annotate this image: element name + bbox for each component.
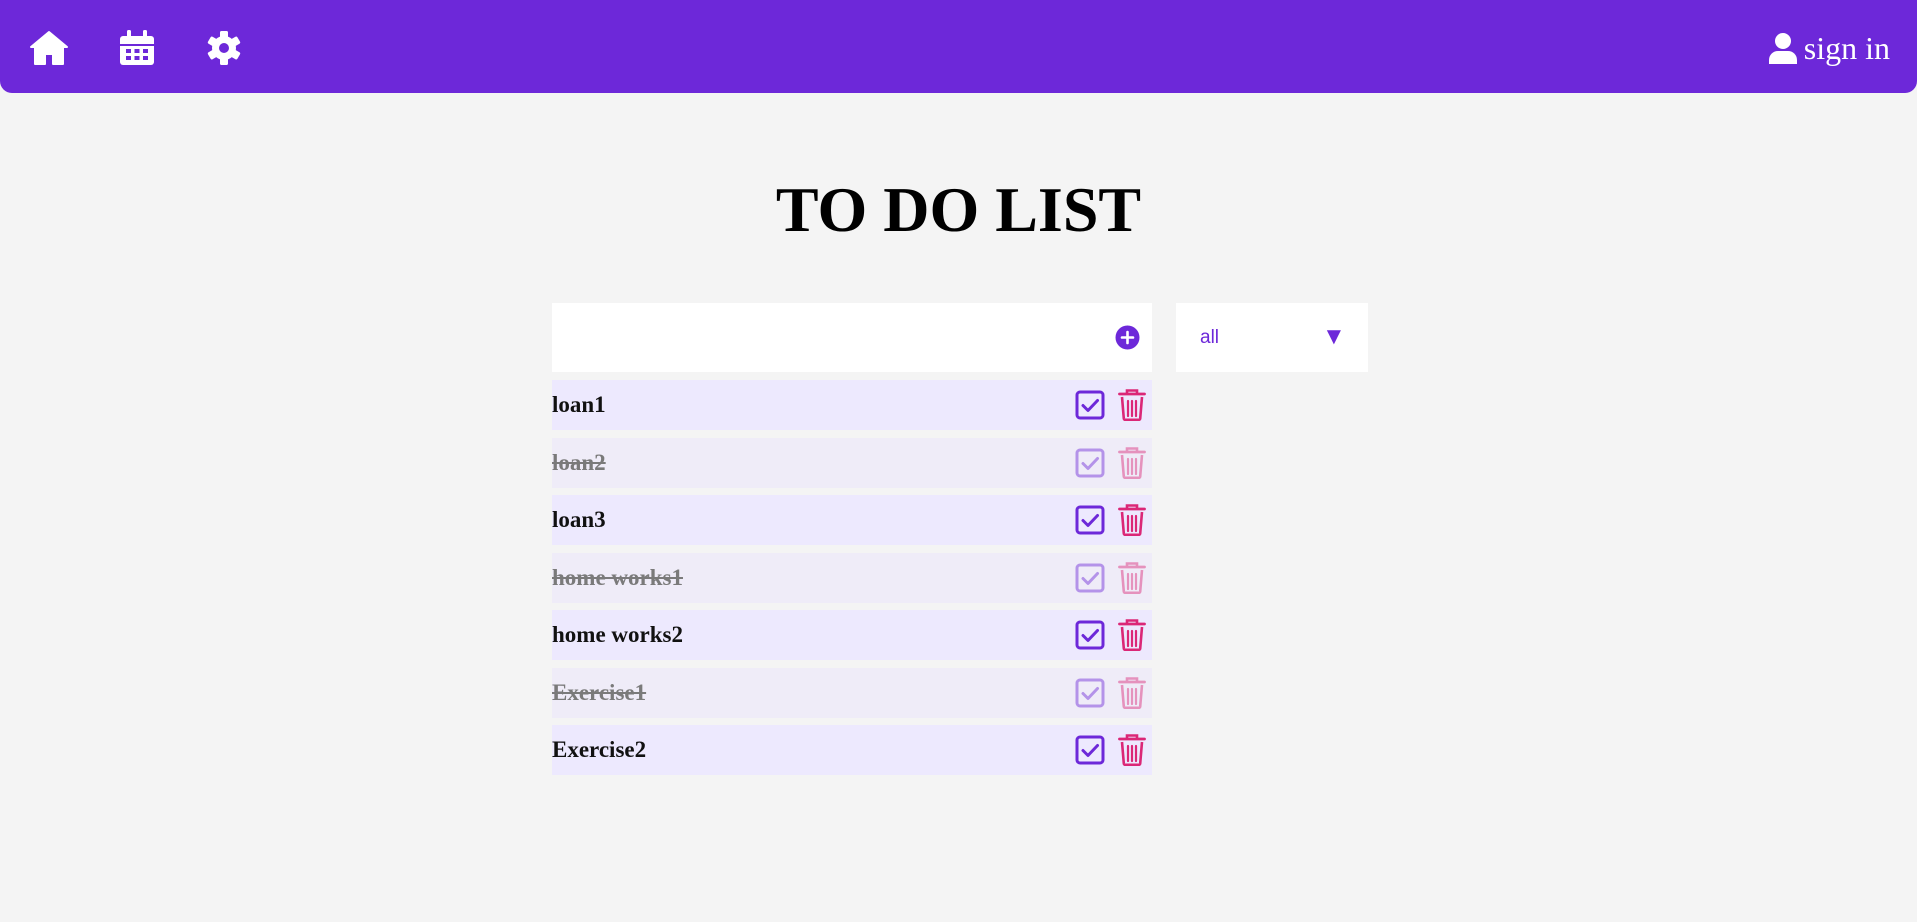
todo-text: loan2 xyxy=(552,449,606,475)
delete-button[interactable] xyxy=(1118,676,1146,709)
delete-button[interactable] xyxy=(1118,388,1146,421)
gear-icon[interactable] xyxy=(204,28,244,68)
calendar-icon[interactable] xyxy=(117,28,157,68)
trash-icon xyxy=(1118,446,1146,479)
complete-check-button[interactable] xyxy=(1075,448,1105,478)
sign-in-label: sign in xyxy=(1803,29,1890,66)
delete-button[interactable] xyxy=(1118,503,1146,536)
add-todo-form xyxy=(552,303,1152,372)
trash-icon xyxy=(1118,504,1146,536)
complete-check-button[interactable] xyxy=(1075,620,1105,650)
filter-selected-value: all xyxy=(1200,326,1220,348)
delete-button[interactable] xyxy=(1118,733,1146,766)
check-square-icon xyxy=(1075,620,1105,650)
complete-check-button[interactable] xyxy=(1075,505,1105,535)
todo-text: loan3 xyxy=(552,507,606,532)
add-todo-button[interactable] xyxy=(1115,325,1140,350)
trash-icon xyxy=(1118,676,1146,709)
plus-circle-icon xyxy=(1115,325,1140,350)
todo-item: loan1 xyxy=(552,380,1152,430)
check-square-icon xyxy=(1075,448,1105,477)
todo-item: home works1 xyxy=(552,552,1152,603)
complete-check-button[interactable] xyxy=(1075,390,1105,420)
complete-check-button[interactable] xyxy=(1075,735,1105,765)
delete-button[interactable] xyxy=(1118,561,1146,594)
todo-item: loan3 xyxy=(552,495,1152,545)
trash-icon xyxy=(1118,734,1146,766)
todo-text: home works2 xyxy=(552,622,683,647)
complete-check-button[interactable] xyxy=(1075,563,1105,593)
todo-text: loan1 xyxy=(552,392,606,417)
complete-check-button[interactable] xyxy=(1075,678,1105,708)
trash-icon xyxy=(1118,619,1146,651)
todo-text: home works1 xyxy=(552,564,683,590)
page-title: TO DO LIST xyxy=(775,174,1142,245)
filter-select[interactable]: all ▼ xyxy=(1176,303,1368,372)
home-icon[interactable] xyxy=(29,28,69,68)
todo-text: Exercise2 xyxy=(552,737,647,762)
check-square-icon xyxy=(1075,563,1105,592)
user-icon xyxy=(1768,32,1798,64)
delete-button[interactable] xyxy=(1118,446,1146,479)
todo-item: Exercise2 xyxy=(552,725,1152,775)
check-square-icon xyxy=(1075,505,1105,535)
todo-item: Exercise1 xyxy=(552,667,1152,718)
todo-item: home works2 xyxy=(552,610,1152,660)
add-todo-input[interactable] xyxy=(552,303,1092,372)
todo-text: Exercise1 xyxy=(552,679,647,705)
delete-button[interactable] xyxy=(1118,618,1146,651)
check-square-icon xyxy=(1075,390,1105,420)
top-navbar: sign in xyxy=(0,0,1917,93)
check-square-icon xyxy=(1075,678,1105,707)
todo-list: loan1 loan2 loan3 home works1 home works… xyxy=(552,380,1152,783)
trash-icon xyxy=(1118,389,1146,421)
sign-in-button[interactable]: sign in xyxy=(1768,28,1890,68)
check-square-icon xyxy=(1075,735,1105,765)
trash-icon xyxy=(1118,561,1146,594)
todo-item: loan2 xyxy=(552,437,1152,488)
chevron-down-icon: ▼ xyxy=(1322,323,1346,350)
